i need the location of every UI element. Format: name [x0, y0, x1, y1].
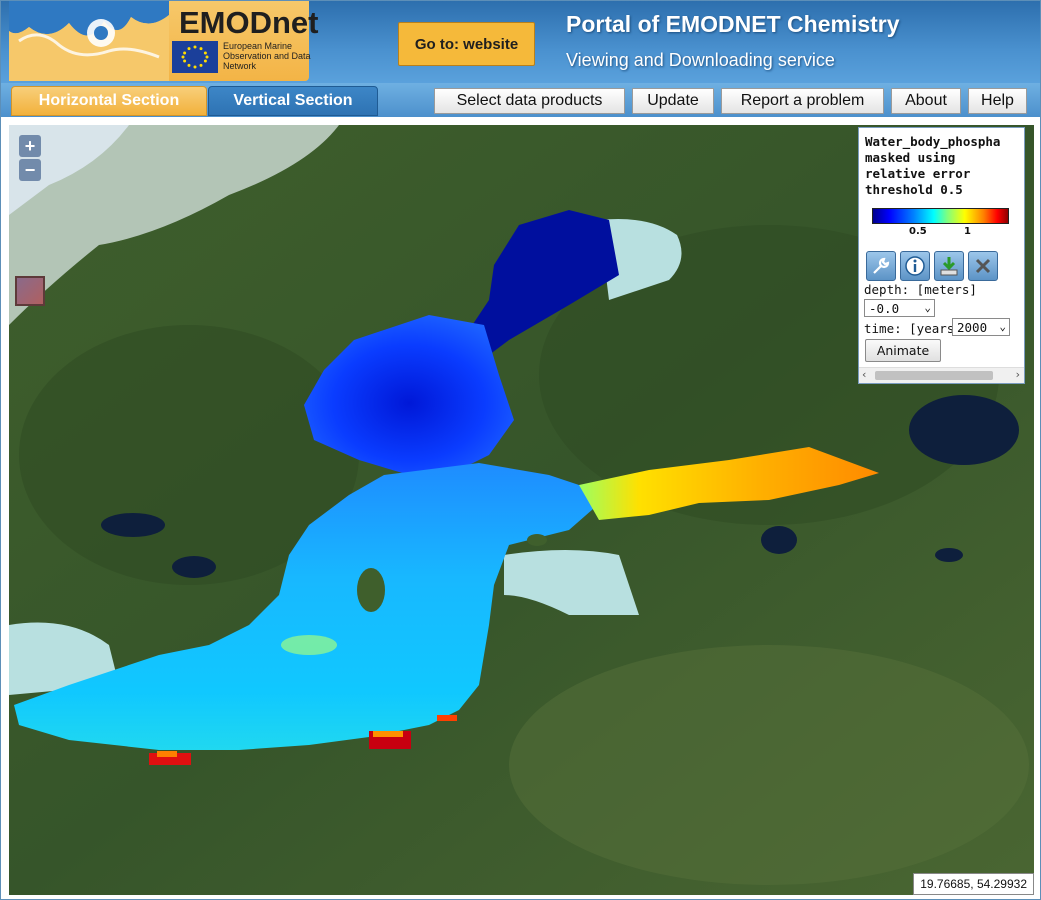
chevron-down-icon: ⌄ [999, 320, 1006, 333]
eu-flag-icon [172, 41, 218, 73]
scroll-right-icon[interactable]: › [1016, 368, 1020, 381]
nav-bar: Horizontal Section Vertical Section Sele… [1, 83, 1040, 117]
zoom-out-button[interactable]: − [19, 159, 41, 181]
zoom-in-button[interactable]: + [19, 135, 41, 157]
animate-button[interactable]: Animate [865, 339, 941, 362]
app-window: EMODnet European Marine Observation and … [0, 0, 1041, 900]
chevron-down-icon: ⌄ [924, 301, 931, 314]
info-icon[interactable] [900, 251, 930, 281]
portal-subtitle: Viewing and Downloading service [566, 50, 835, 70]
goto-website-button[interactable]: Go to: website [398, 22, 535, 66]
tab-vertical-section[interactable]: Vertical Section [208, 86, 378, 116]
scroll-left-icon[interactable]: ‹ [862, 368, 866, 381]
colorbar [872, 208, 1009, 224]
layer-title-line: Water_body_phospha [865, 134, 1001, 149]
colorbar-tick-label: 0.5 [909, 226, 927, 237]
colorbar-tick-label: 1 [964, 226, 971, 237]
portal-title: Portal of EMODNET Chemistry [566, 11, 900, 37]
nav-divider [1, 117, 1040, 125]
scroll-thumb[interactable] [875, 371, 993, 380]
about-button[interactable]: About [891, 88, 961, 114]
logo-mark-icon [9, 1, 169, 81]
update-button[interactable]: Update [632, 88, 714, 114]
depth-label: depth: [meters] [864, 282, 977, 297]
time-label: time: [years] [864, 321, 962, 336]
layer-title-line: relative error [865, 166, 971, 181]
legend-panel: Water_body_phospha masked using relative… [858, 127, 1025, 384]
report-problem-button[interactable]: Report a problem [721, 88, 884, 114]
layer-title: Water_body_phospha masked using relative… [865, 134, 1024, 198]
tab-horizontal-section[interactable]: Horizontal Section [11, 86, 207, 116]
time-value: 2000 [957, 319, 988, 335]
emodnet-logo[interactable]: EMODnet European Marine Observation and … [9, 1, 319, 81]
depth-select[interactable]: -0.0 ⌄ [864, 299, 935, 317]
select-data-products-button[interactable]: Select data products [434, 88, 625, 114]
layer-title-line: masked using [865, 150, 956, 165]
header: EMODnet European Marine Observation and … [1, 1, 1040, 83]
mouse-coordinates: 19.76685, 54.29932 [913, 873, 1034, 895]
wrench-icon[interactable] [866, 251, 896, 281]
depth-value: -0.0 [869, 300, 900, 316]
layer-switcher-icon[interactable] [15, 276, 45, 306]
close-icon[interactable] [968, 251, 998, 281]
brand-subtitle: European Marine Observation and Data Net… [223, 41, 311, 71]
time-select[interactable]: 2000 ⌄ [952, 318, 1010, 336]
help-button[interactable]: Help [968, 88, 1027, 114]
download-icon[interactable] [934, 251, 964, 281]
brand-name: EMODnet [179, 5, 319, 40]
layer-title-line: threshold 0.5 [865, 182, 963, 197]
horizontal-scrollbar[interactable]: ‹ › [859, 367, 1024, 383]
